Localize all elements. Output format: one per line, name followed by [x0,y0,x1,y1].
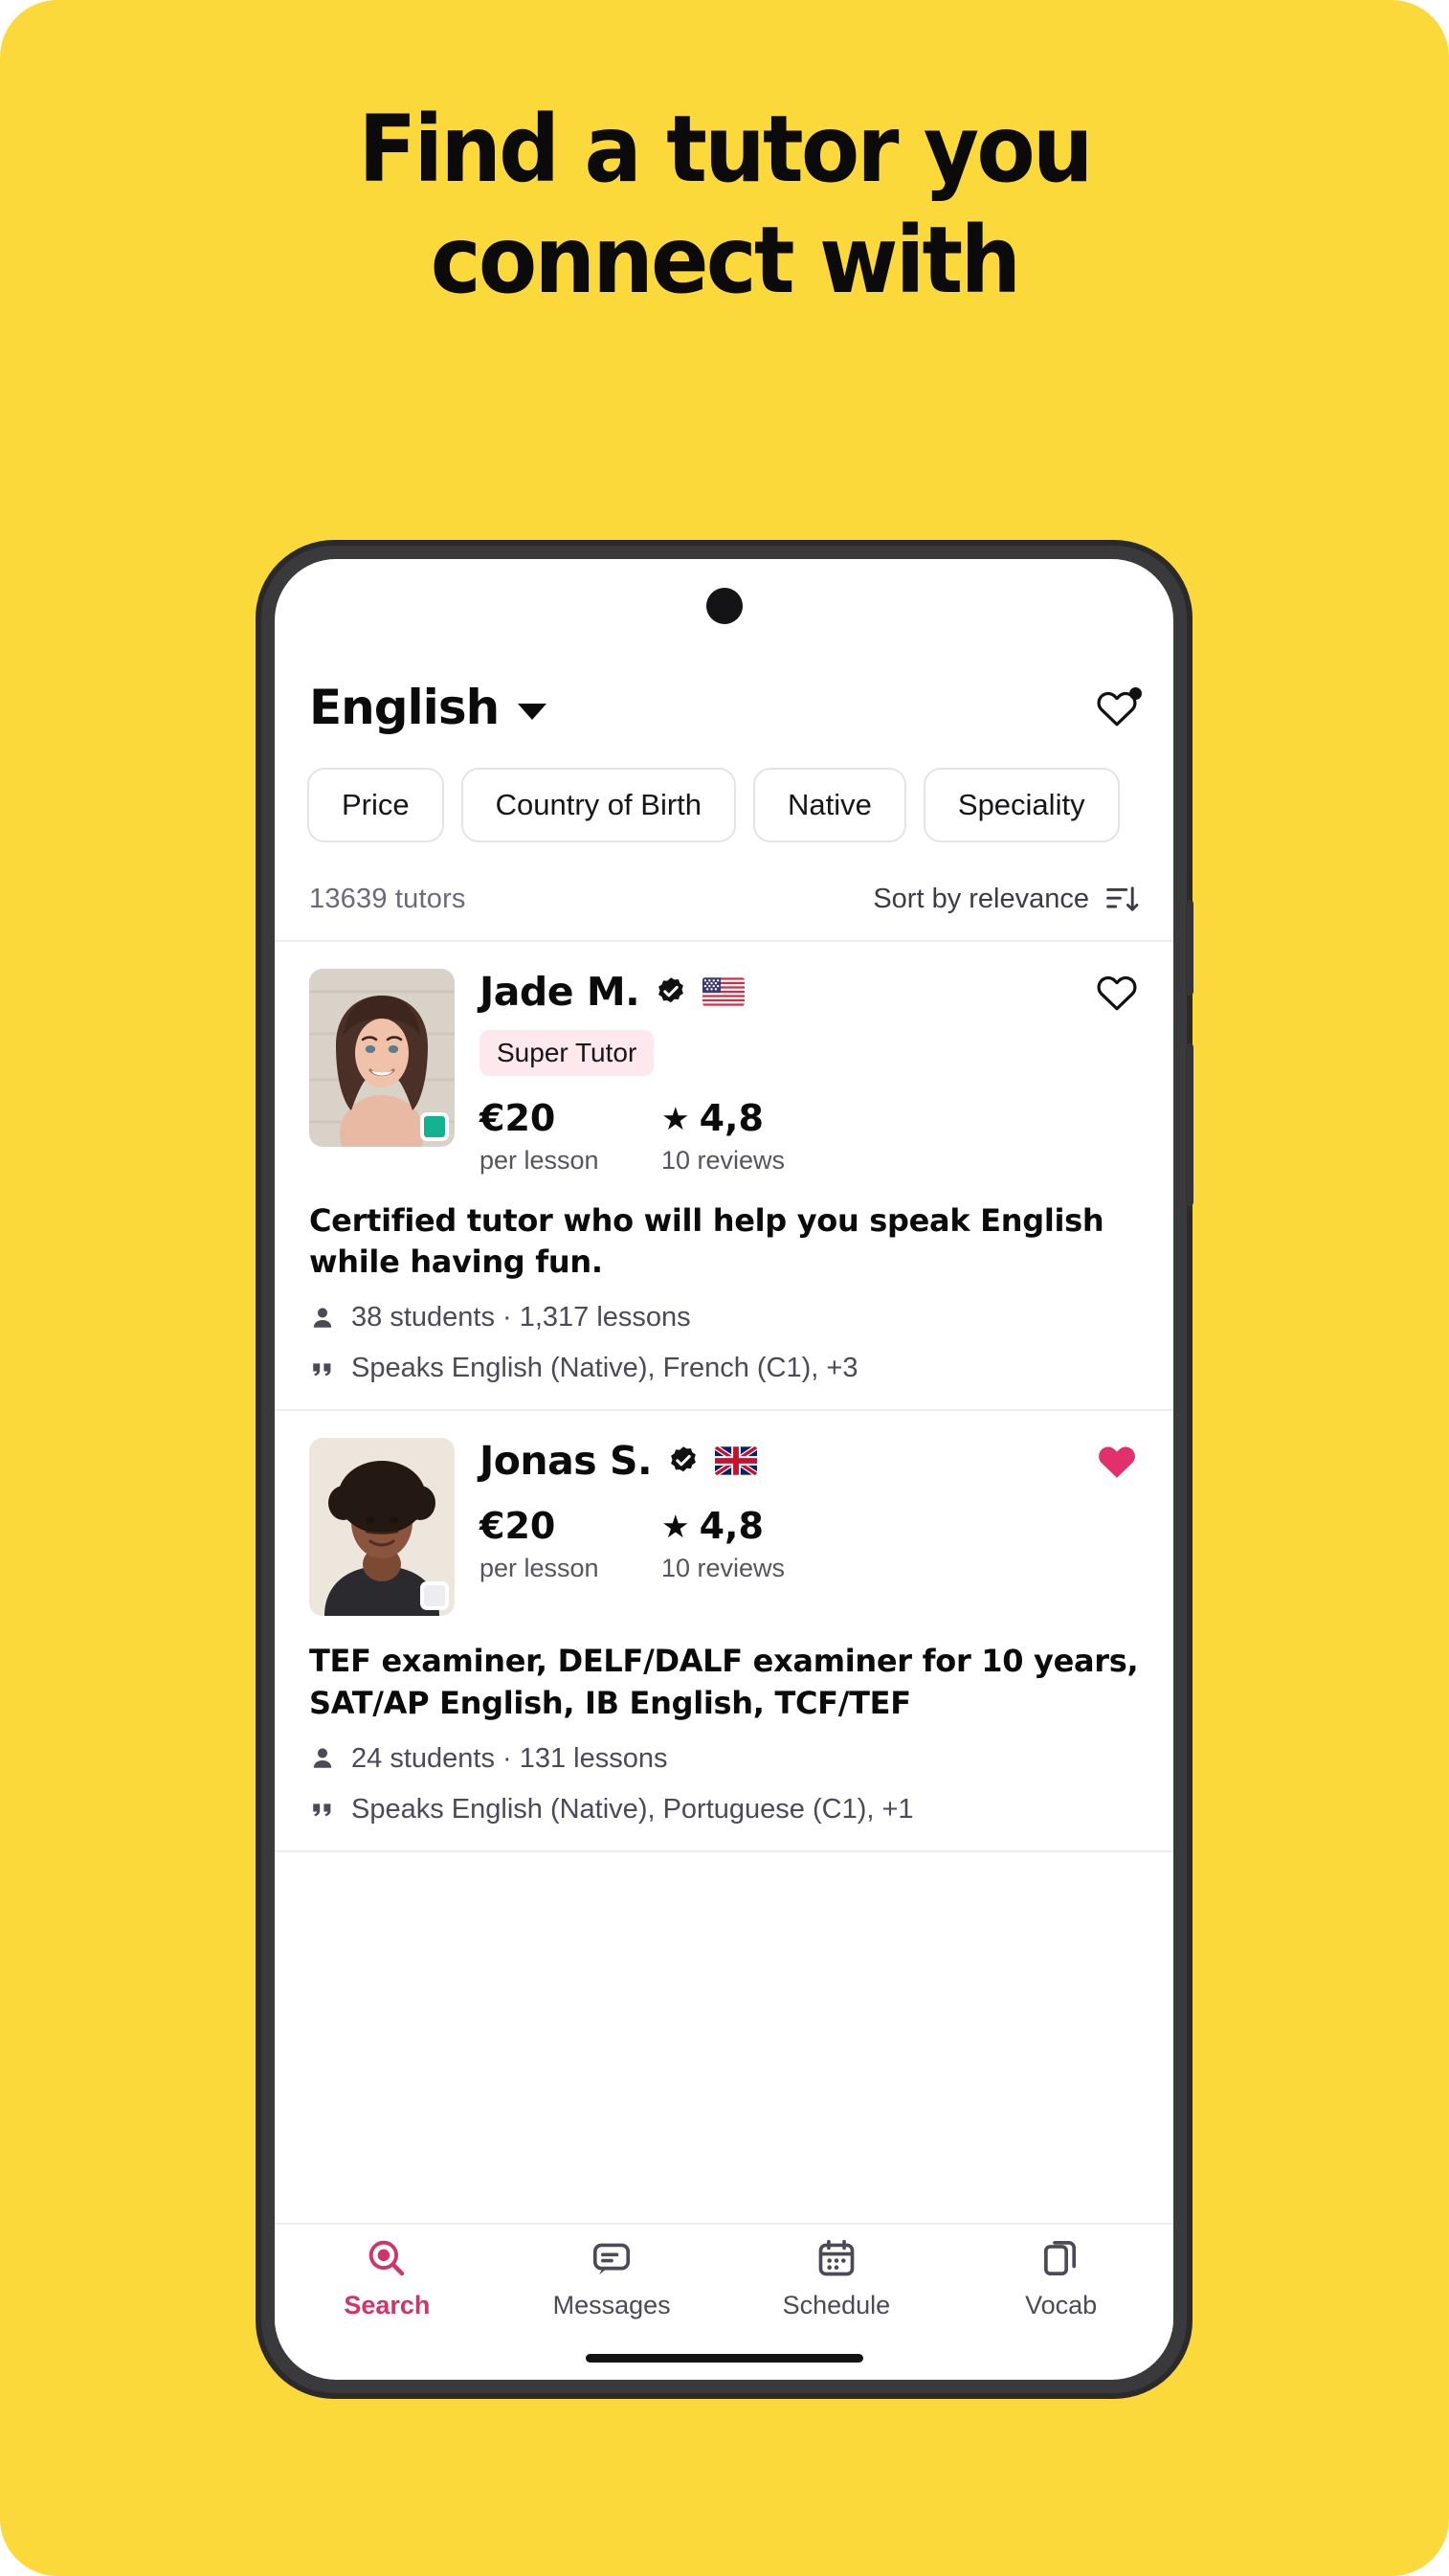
search-icon [369,2240,405,2275]
table-row[interactable]: Jade M. Super Tutor €20 per lesson ★ 4,8… [275,942,1173,1412]
favorites-button[interactable] [1095,687,1142,728]
language-label: English [309,680,500,735]
reviews-count: 10 reviews [661,1554,786,1583]
tutor-list[interactable]: Jade M. Super Tutor €20 per lesson ★ 4,8… [275,942,1173,2223]
rating-value-row: ★ 4,8 [661,1505,785,1547]
filter-chip-price[interactable]: Price [307,768,444,842]
nav-item-messages[interactable]: Messages [500,2237,724,2320]
rating-value-row: ★ 4,8 [661,1097,785,1139]
nav-label-messages: Messages [552,2290,671,2319]
person-icon [313,1748,332,1769]
price-unit: per lesson [479,1554,599,1583]
tutor-stats: 38 students · 1,317 lessons [351,1302,691,1333]
notification-dot [1129,687,1142,700]
tutor-name: Jonas S. [479,1438,653,1485]
rating-block: ★ 4,8 10 reviews [661,1097,785,1176]
phone-screen: English Price Country of Birth Native Sp… [275,559,1173,2380]
tutor-card-info: Jade M. Super Tutor €20 per lesson ★ 4,8… [479,969,1139,1176]
front-camera-icon [705,588,743,624]
tutor-stats: 24 students · 131 lessons [351,1742,668,1774]
heart-outline-icon [1097,975,1137,1011]
headline-line-1: Find a tutor you [358,96,1093,203]
uk-flag-icon [715,1446,758,1476]
avatar[interactable] [309,1438,455,1617]
nav-label-vocab: Vocab [1025,2290,1098,2319]
heart-filled-icon [1099,1446,1135,1479]
quote-icon [313,1803,331,1817]
language-selector[interactable]: English [309,680,547,735]
person-icon [313,1308,332,1328]
tutor-name-row: Jade M. [479,969,1139,1015]
calendar-icon [818,2239,855,2275]
price-rating-row: €20 per lesson ★ 4,8 10 reviews [479,1505,1139,1583]
tutor-languages-row: Speaks English (Native), Portuguese (C1)… [309,1794,1139,1826]
tutor-languages: Speaks English (Native), Portuguese (C1)… [351,1793,914,1825]
tutor-card-header: Jonas S. €20 per lesson ★ 4,8 10 reviews [309,1438,1139,1617]
filter-chip-country-of-birth[interactable]: Country of Birth [460,768,737,842]
avatar[interactable] [309,969,455,1147]
app-header: English [275,655,1173,760]
nav-item-schedule[interactable]: Schedule [724,2237,949,2320]
sort-descending-icon [1106,886,1139,911]
poster-canvas: Find a tutor you connect with English Pr… [0,0,1449,2576]
tutor-description: Certified tutor who will help you speak … [309,1202,1104,1281]
rating-value: 4,8 [699,1097,764,1139]
nav-item-vocab[interactable]: Vocab [948,2237,1173,2320]
nav-label-schedule: Schedule [782,2290,891,2319]
tutor-stats-row: 38 students · 1,317 lessons [309,1302,1139,1333]
tutor-stats-row: 24 students · 131 lessons [309,1743,1139,1775]
favorite-toggle[interactable] [1095,972,1139,1012]
favorite-toggle[interactable] [1095,1441,1139,1481]
headline-line-2: connect with [430,207,1021,314]
tutor-card-info: Jonas S. €20 per lesson ★ 4,8 10 reviews [479,1438,1139,1616]
status-badge: Super Tutor [479,1030,655,1076]
phone-mockup: English Price Country of Birth Native Sp… [261,546,1193,2393]
nav-label-search: Search [344,2290,431,2319]
tutor-name: Jade M. [479,969,640,1015]
price-block: €20 per lesson [479,1097,661,1176]
status-badge [420,1112,449,1141]
filter-chips[interactable]: Price Country of Birth Native Speciality [275,762,1173,848]
rating-block: ★ 4,8 10 reviews [661,1505,785,1583]
message-icon [593,2243,631,2274]
us-flag-icon [702,977,746,1006]
cards-icon [1043,2240,1076,2275]
results-bar: 13639 tutors Sort by relevance [275,858,1173,942]
price-unit: per lesson [479,1146,599,1175]
price-block: €20 per lesson [479,1505,661,1583]
tutor-languages: Speaks English (Native), French (C1), +3 [351,1353,858,1384]
tutor-count-label: 13639 tutors [309,883,466,914]
sort-button[interactable]: Sort by relevance [873,884,1139,915]
quote-icon [313,1363,331,1377]
home-indicator [585,2354,863,2363]
star-icon: ★ [661,1099,690,1137]
tutor-card-header: Jade M. Super Tutor €20 per lesson ★ 4,8… [309,969,1139,1176]
sort-label: Sort by relevance [873,883,1089,914]
page-title: Find a tutor you connect with [51,103,1398,306]
nav-item-search[interactable]: Search [275,2237,500,2320]
verified-check-icon [658,977,684,1003]
table-row[interactable]: Jonas S. €20 per lesson ★ 4,8 10 reviews… [275,1411,1173,1852]
chevron-down-icon [518,703,547,720]
reviews-count: 10 reviews [661,1146,786,1175]
price-value: €20 [479,1505,556,1548]
filter-chip-speciality[interactable]: Speciality [923,768,1120,842]
tutor-name-row: Jonas S. [479,1438,1139,1484]
price-rating-row: €20 per lesson ★ 4,8 10 reviews [479,1097,1139,1176]
rating-value: 4,8 [699,1505,764,1548]
tutor-languages-row: Speaks English (Native), French (C1), +3 [309,1353,1139,1384]
star-icon: ★ [661,1507,690,1545]
filter-chip-native[interactable]: Native [753,768,906,842]
bottom-navigation: Search Messages Schedule Vocab [275,2223,1173,2332]
status-badge [420,1581,449,1611]
verified-check-icon [671,1446,696,1472]
price-value: €20 [479,1097,556,1139]
tutor-description: TEF examiner, DELF/DALF examiner for 10 … [309,1643,1139,1721]
